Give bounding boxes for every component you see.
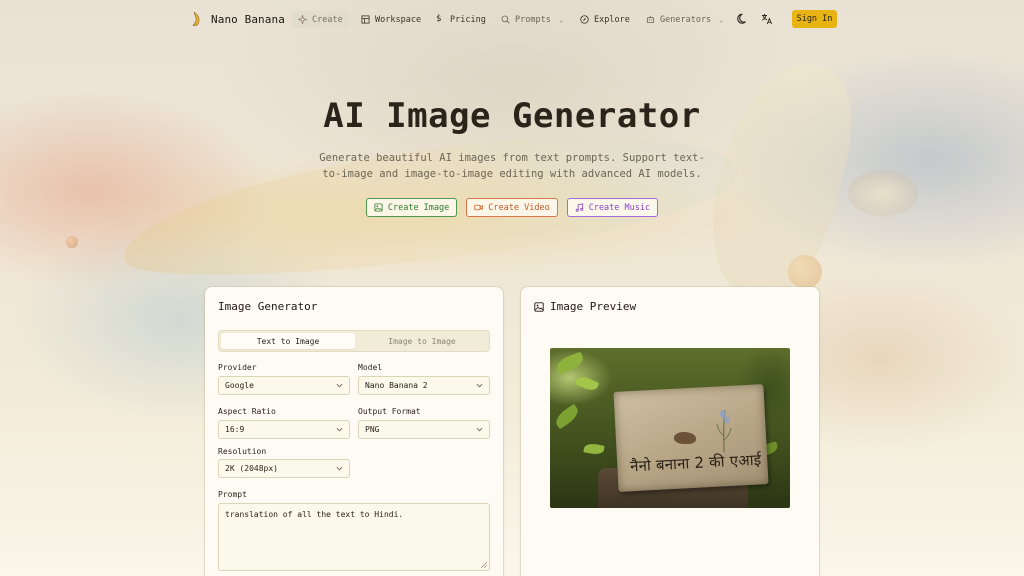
aspect-ratio-select[interactable]: 16:9 [218, 420, 350, 439]
prompt-textarea[interactable]: translation of all the text to Hindi. [218, 503, 490, 571]
mode-tabs: Text to Image Image to Image [218, 330, 490, 352]
chevron-down-icon [476, 383, 483, 388]
tab-image-to-image[interactable]: Image to Image [355, 333, 489, 349]
background-artwork [0, 0, 1024, 576]
chevron-down-icon [476, 427, 483, 432]
aspect-ratio-label: Aspect Ratio [218, 407, 276, 416]
language-button[interactable] [760, 12, 774, 26]
brand-name: Nano Banana [211, 12, 285, 26]
dollar-icon: $ [436, 14, 442, 24]
create-image-button[interactable]: Create Image [365, 198, 458, 217]
compass-icon [580, 15, 589, 24]
preview-title: Image Preview [534, 300, 636, 313]
resolution-label: Resolution [218, 447, 267, 456]
output-format-select[interactable]: PNG [358, 420, 490, 439]
layout-icon [361, 15, 370, 24]
nav-prompts[interactable]: Prompts ⌄ [495, 11, 569, 28]
generated-image[interactable]: नैनो बनाना 2 की एआई [550, 348, 790, 508]
music-icon [575, 203, 583, 212]
nav-workspace[interactable]: Workspace [355, 11, 427, 28]
search-icon [501, 15, 510, 24]
sparkles-icon [298, 15, 307, 24]
card-title: Image Generator [218, 300, 318, 313]
brand-logo[interactable]: Nano Banana [190, 11, 285, 27]
video-icon [474, 204, 484, 211]
top-navbar: Nano Banana Create Workspace $ Pricing P… [0, 0, 1024, 38]
create-music-button[interactable]: Create Music [566, 198, 659, 217]
model-select[interactable]: Nano Banana 2 [358, 376, 490, 395]
chevron-down-icon: ⌄ [558, 15, 564, 24]
chevron-down-icon: ⌄ [719, 15, 724, 24]
page-title: AI Image Generator [323, 96, 701, 136]
translate-icon [761, 14, 773, 25]
resize-handle-icon[interactable] [481, 562, 487, 568]
prompt-label: Prompt [218, 490, 247, 499]
sign-in-button[interactable]: Sign In [792, 10, 837, 28]
nav-pricing[interactable]: $ Pricing [430, 11, 492, 28]
model-label: Model [358, 363, 383, 372]
chevron-down-icon [336, 383, 343, 388]
resolution-select[interactable]: 2K (2048px) [218, 459, 350, 478]
nav-create[interactable]: Create [292, 11, 349, 28]
image-icon [534, 301, 544, 312]
create-video-button[interactable]: Create Video [466, 198, 558, 217]
nav-generators[interactable]: Generators ⌄ [640, 11, 729, 28]
theme-toggle-button[interactable] [736, 12, 750, 26]
moon-icon [737, 13, 746, 24]
image-preview-card: Image Preview नैनो बनाना 2 की एआई [521, 287, 819, 576]
cta-row: Create Image Create Video Create Music [0, 198, 1024, 217]
image-generator-card: Image Generator Text to Image Image to I… [205, 287, 503, 576]
nav-explore[interactable]: Explore [574, 11, 636, 28]
chevron-down-icon [336, 427, 343, 432]
banana-icon [192, 11, 200, 26]
chevron-down-icon [336, 466, 343, 471]
provider-label: Provider [218, 363, 257, 372]
robot-icon [646, 15, 655, 24]
tab-text-to-image[interactable]: Text to Image [221, 333, 355, 349]
image-icon [374, 203, 383, 212]
output-format-label: Output Format [358, 407, 421, 416]
hero-subtitle: Generate beautiful AI images from text p… [319, 152, 705, 180]
provider-select[interactable]: Google [218, 376, 350, 395]
